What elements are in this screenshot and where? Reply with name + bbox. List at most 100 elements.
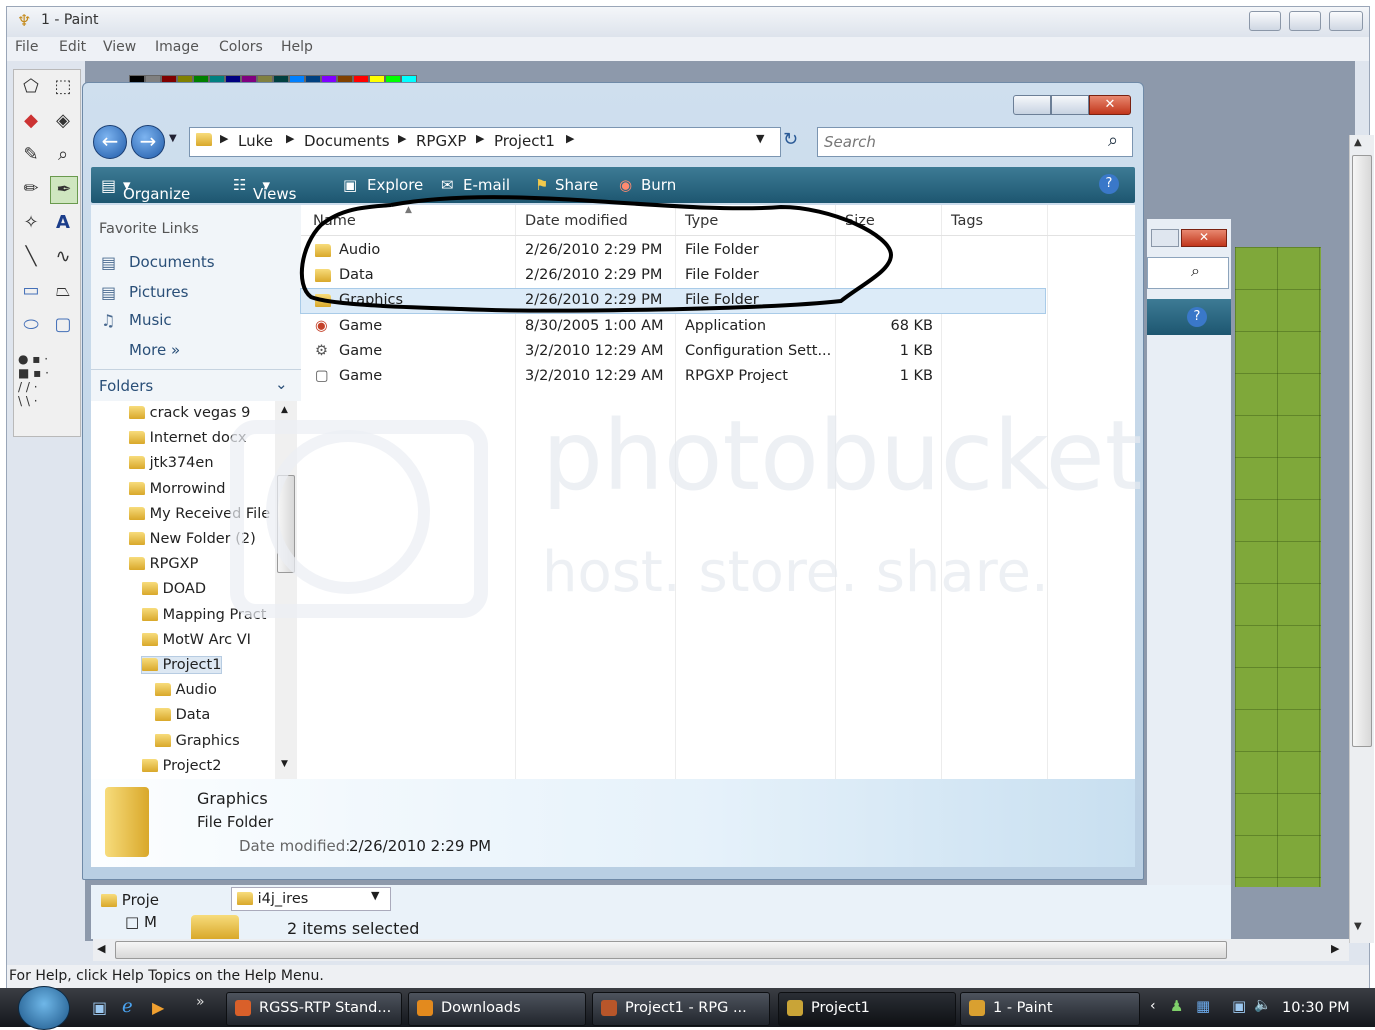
recent-pages-chevron-icon[interactable]: ▼ bbox=[169, 133, 177, 144]
explorer-maximize-button[interactable] bbox=[1051, 95, 1089, 115]
polygon-icon[interactable]: ⏢ bbox=[50, 278, 76, 304]
menu-file[interactable]: File bbox=[15, 39, 38, 55]
breadcrumb-separator-icon: ▶ bbox=[566, 132, 575, 145]
internet-explorer-icon[interactable]: ℯ bbox=[122, 996, 133, 1017]
rounded-rect-icon[interactable]: ▢ bbox=[50, 312, 76, 338]
tray-network-icon[interactable]: ▦ bbox=[1196, 997, 1210, 1015]
folders-chevron-icon[interactable]: ⌄ bbox=[275, 375, 288, 393]
menu-edit[interactable]: Edit bbox=[59, 39, 86, 55]
back-search-box[interactable] bbox=[1147, 257, 1229, 289]
paint-horizontal-scrollbar[interactable]: ◀ ▶ bbox=[93, 939, 1349, 961]
favorite-link-pictures[interactable]: Pictures bbox=[129, 283, 188, 301]
taskbar-button[interactable]: Downloads bbox=[408, 992, 586, 1026]
breadcrumb-project1[interactable]: Project1 bbox=[494, 132, 555, 150]
tree-item[interactable]: Project2 bbox=[142, 758, 221, 774]
volume-icon[interactable]: 🔈 bbox=[1254, 997, 1271, 1013]
organize-button[interactable]: Organize ▾ bbox=[123, 176, 190, 203]
taskbar-button[interactable]: 1 - Paint bbox=[960, 992, 1140, 1026]
rectangle-icon[interactable]: ▭ bbox=[18, 278, 44, 304]
table-row[interactable]: ▢ Game 3/2/2010 12:29 AM RPGXP Project 1 KB bbox=[301, 365, 1135, 389]
menu-view[interactable]: View bbox=[103, 39, 136, 55]
horizontal-scroll-thumb[interactable] bbox=[115, 941, 1227, 959]
help-icon[interactable]: ? bbox=[1099, 174, 1119, 194]
tree-item[interactable]: Morrowind bbox=[129, 481, 226, 497]
tree-item[interactable]: Graphics bbox=[155, 733, 240, 749]
scroll-down-icon[interactable]: ▼ bbox=[1354, 921, 1362, 932]
tree-item[interactable]: jtk374en bbox=[129, 455, 214, 471]
address-folder-icon bbox=[196, 133, 212, 146]
search-input[interactable]: Search ⌕ bbox=[817, 127, 1133, 157]
taskbar-button[interactable]: RGSS-RTP Stand... bbox=[226, 992, 402, 1026]
tray-users-icon[interactable]: ♟ bbox=[1170, 997, 1183, 1015]
table-row[interactable]: ⚙ Game 3/2/2010 12:29 AM Configuration Sett… bbox=[301, 340, 1135, 364]
favorite-link-more[interactable]: More » bbox=[129, 341, 180, 359]
breadcrumb-luke[interactable]: Luke bbox=[238, 132, 273, 150]
paint-minimize-button[interactable] bbox=[1249, 11, 1281, 31]
favorite-link-documents[interactable]: Documents bbox=[129, 253, 215, 271]
tree-item[interactable]: Audio bbox=[155, 682, 217, 698]
tree-item[interactable]: DOAD bbox=[142, 581, 206, 597]
favorite-link-music[interactable]: Music bbox=[129, 311, 172, 329]
scroll-right-icon[interactable]: ▶ bbox=[1331, 942, 1339, 955]
paint-vertical-scrollbar[interactable]: ▲ ▼ bbox=[1349, 135, 1374, 943]
chevron-down-icon[interactable]: ▼ bbox=[371, 889, 379, 902]
rect-select-icon[interactable]: ⬚ bbox=[50, 74, 76, 100]
start-button[interactable] bbox=[18, 986, 70, 1030]
tree-item[interactable]: Internet docx bbox=[129, 430, 246, 446]
breadcrumb-documents[interactable]: Documents bbox=[304, 132, 390, 150]
paint-status-bar: For Help, click Help Topics on the Help … bbox=[7, 965, 1369, 989]
brush-icon[interactable]: ✒ bbox=[50, 176, 78, 204]
tree-item-label: Graphics bbox=[175, 732, 240, 749]
back-tree-item[interactable]: Proje bbox=[101, 891, 159, 909]
scroll-left-icon[interactable]: ◀ bbox=[97, 942, 105, 955]
brush-size-options-icon[interactable]: ● ▪ · ■ ▪ · / / · \ \ · bbox=[18, 352, 76, 408]
show-desktop-icon[interactable]: ▣ bbox=[92, 998, 107, 1017]
forward-arrow-icon[interactable]: → bbox=[131, 125, 165, 159]
folders-title[interactable]: Folders bbox=[99, 377, 153, 395]
taskbar-button[interactable]: Project1 - RPG ... bbox=[592, 992, 770, 1026]
address-bar[interactable]: ▶ Luke ▶ Documents ▶ RPGXP ▶ Project1 ▶ … bbox=[189, 127, 781, 157]
ellipse-icon[interactable]: ⬭ bbox=[18, 312, 44, 338]
back-help-icon[interactable]: ? bbox=[1187, 307, 1207, 327]
free-select-icon[interactable]: ⬠ bbox=[18, 74, 44, 100]
menu-image[interactable]: Image bbox=[155, 39, 199, 55]
magnifier-icon[interactable]: ⌕ bbox=[50, 142, 76, 168]
airbrush-icon[interactable]: ✧ bbox=[18, 210, 44, 236]
tree-item[interactable]: Data bbox=[155, 707, 210, 723]
tray-expand-icon[interactable]: ‹ bbox=[1150, 998, 1156, 1014]
fill-icon[interactable]: ◈ bbox=[50, 108, 76, 134]
tree-item[interactable]: RPGXP bbox=[129, 556, 198, 572]
media-player-icon[interactable]: ▶ bbox=[152, 998, 164, 1017]
tree-scroll-down-icon[interactable]: ▼ bbox=[281, 759, 288, 769]
menu-help[interactable]: Help bbox=[281, 39, 313, 55]
refresh-icon[interactable]: ↻ bbox=[783, 129, 798, 150]
tray-monitor-icon[interactable]: ▣ bbox=[1232, 997, 1246, 1015]
scroll-up-icon[interactable]: ▲ bbox=[1354, 137, 1362, 148]
search-icon[interactable]: ⌕ bbox=[1108, 130, 1118, 151]
breadcrumb-separator-icon: ▶ bbox=[286, 132, 295, 145]
back-restore-button[interactable] bbox=[1151, 229, 1179, 247]
taskbar-button[interactable]: Project1 bbox=[778, 992, 956, 1026]
menu-colors[interactable]: Colors bbox=[219, 39, 263, 55]
address-dropdown-icon[interactable]: ▼ bbox=[756, 132, 764, 145]
vertical-scroll-thumb[interactable] bbox=[1352, 155, 1372, 747]
back-arrow-icon[interactable]: ← bbox=[93, 125, 127, 159]
breadcrumb-rpgxp[interactable]: RPGXP bbox=[416, 132, 466, 150]
explorer-close-button[interactable]: ✕ bbox=[1089, 95, 1131, 115]
line-icon[interactable]: ╲ bbox=[18, 244, 44, 270]
paint-restore-button[interactable] bbox=[1289, 11, 1321, 31]
curve-icon[interactable]: ∿ bbox=[50, 244, 76, 270]
pencil-icon[interactable]: ✏ bbox=[18, 176, 44, 202]
picker-icon[interactable]: ✎ bbox=[18, 142, 44, 168]
explorer-minimize-button[interactable] bbox=[1013, 95, 1051, 115]
tree-item-label: Project2 bbox=[162, 757, 222, 774]
tree-item[interactable]: MotW Arc VI bbox=[142, 632, 251, 648]
text-icon[interactable]: A bbox=[50, 210, 76, 236]
back-tree-item-2[interactable]: □ M bbox=[125, 913, 157, 931]
tree-item[interactable]: Project1 bbox=[140, 656, 223, 674]
paint-close-button[interactable] bbox=[1329, 11, 1363, 31]
quicklaunch-more-icon[interactable]: » bbox=[196, 994, 205, 1010]
eraser-icon[interactable]: ◆ bbox=[18, 108, 44, 134]
back-close-button[interactable]: ✕ bbox=[1181, 229, 1227, 247]
clock[interactable]: 10:30 PM bbox=[1282, 1000, 1350, 1016]
